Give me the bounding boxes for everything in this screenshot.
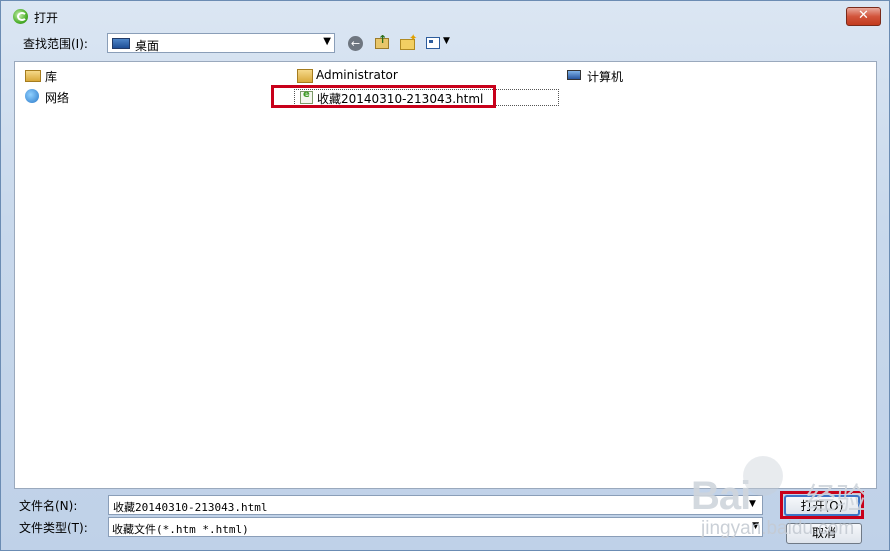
open-file-dialog: 打开 ✕ 查找范围(I): 桌面 ▼ ← ↑ ✦ ▼ 库 网络 Administ… (0, 0, 890, 551)
views-menu-button[interactable]: ▼ (424, 33, 454, 53)
cancel-button[interactable]: 取消 (786, 523, 862, 544)
chevron-down-icon: ▼ (752, 521, 759, 531)
filetype-dropdown[interactable]: 收藏文件(*.htm *.html) ▼ (108, 517, 763, 537)
chevron-down-icon: ▼ (323, 36, 331, 47)
lookin-dropdown[interactable]: 桌面 ▼ (107, 33, 335, 53)
filename-label: 文件名(N): (19, 499, 78, 513)
back-icon: ← (348, 36, 363, 51)
window-title: 打开 (34, 11, 59, 25)
file-item-label: 库 (45, 70, 58, 84)
open-button-highlight-box (780, 491, 864, 519)
views-menu-icon (426, 37, 440, 49)
filetype-value: 收藏文件(*.htm *.html) (112, 523, 249, 536)
file-item-label: 网络 (45, 91, 70, 105)
file-highlight-box (271, 85, 496, 108)
file-item-label: Administrator (316, 68, 398, 82)
close-button[interactable]: ✕ (846, 7, 881, 26)
network-icon (25, 89, 39, 103)
computer-icon (567, 70, 581, 80)
user-folder-icon (297, 69, 313, 83)
file-item-label: 计算机 (587, 70, 624, 84)
sparkle-icon: ✦ (409, 33, 418, 44)
filename-input[interactable]: 收藏20140310-213043.html (108, 495, 763, 515)
up-arrow-icon: ↑ (378, 33, 388, 46)
library-icon (25, 70, 41, 82)
chevron-down-icon: ▼ (443, 36, 450, 46)
chevron-down-icon[interactable]: ▼ (749, 499, 756, 509)
lookin-value: 桌面 (135, 39, 160, 53)
new-folder-button[interactable]: ✦ (398, 33, 418, 53)
filetype-label: 文件类型(T): (19, 521, 88, 535)
lookin-label: 查找范围(I): (23, 37, 88, 51)
title-bar[interactable]: 打开 ✕ (1, 1, 889, 31)
back-button[interactable]: ← (346, 33, 366, 53)
desktop-icon (112, 38, 130, 49)
browser-app-icon (13, 9, 28, 24)
up-folder-button[interactable]: ↑ (372, 33, 392, 53)
file-list[interactable]: 库 网络 Administrator 收藏20140310-213043.htm… (14, 61, 877, 489)
